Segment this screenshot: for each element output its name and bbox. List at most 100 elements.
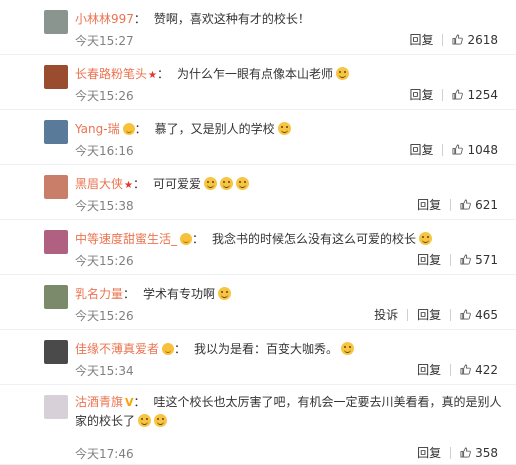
- comment-item: 沽酒青旗 V： 哇这个校长也太厉害了吧，有机会一定要去川美看看，真的是别人家的校长了…: [0, 385, 516, 465]
- comment-text: 为什么乍一眼有点像本山老师: [177, 67, 334, 81]
- thumbs-up-icon: [452, 144, 464, 155]
- divider: [442, 144, 444, 156]
- colon-separator: ：: [133, 12, 146, 26]
- comment-text: 我念书的时候怎么没有这么可爱的校长: [212, 232, 417, 246]
- comment-actions: 回复 422: [417, 362, 498, 378]
- divider: [442, 34, 444, 46]
- star-badge-icon: ★: [124, 180, 133, 191]
- divider: [442, 89, 444, 101]
- colon-separator: ：: [134, 122, 147, 136]
- like-count: 571: [475, 253, 498, 267]
- like-button[interactable]: 571: [460, 252, 498, 268]
- comment-time: 今天15:26: [75, 254, 134, 268]
- emoji-icon: [341, 342, 355, 355]
- comment-body: 小林林997： 赞啊，喜欢这种有才的校长！: [75, 10, 506, 28]
- comment-text: 赞啊，喜欢这种有才的校长！: [153, 12, 310, 26]
- avatar[interactable]: [44, 230, 68, 254]
- comment-item: Yang-瑞 ： 慕了，又是别人的学校 今天16:16 回复 1048: [0, 110, 516, 165]
- comment-time: 今天15:27: [75, 34, 134, 48]
- divider: [450, 199, 452, 211]
- comment-actions: 回复 358: [417, 445, 498, 461]
- comment-item: 长春路粉笔头★： 为什么乍一眼有点像本山老师 今天15:26 回复 1254: [0, 55, 516, 110]
- avatar[interactable]: [44, 285, 68, 309]
- reply-button[interactable]: 回复: [417, 307, 441, 323]
- colon-separator: ：: [192, 232, 205, 246]
- like-count: 1254: [467, 88, 498, 102]
- avatar[interactable]: [44, 175, 68, 199]
- emoji-icon: [336, 67, 350, 80]
- username-link[interactable]: 中等速度甜蜜生活_: [75, 232, 177, 246]
- comment-time: 今天15:34: [75, 364, 134, 378]
- divider: [407, 309, 409, 321]
- reply-button[interactable]: 回复: [417, 197, 441, 213]
- comment-body: 乳名力量： 学术有专功啊: [75, 285, 506, 303]
- thumbs-up-icon: [460, 364, 471, 375]
- like-button[interactable]: 1048: [452, 142, 498, 158]
- colon-separator: ：: [123, 287, 136, 301]
- emoji-icon: [218, 287, 232, 300]
- username-link[interactable]: 黑眉大侠: [75, 177, 123, 191]
- reply-button[interactable]: 回复: [409, 87, 433, 103]
- username-link[interactable]: 佳缘不薄真爱者: [75, 342, 159, 356]
- comment-text: 学术有专功啊: [143, 287, 216, 301]
- avatar[interactable]: [44, 340, 68, 364]
- comment-body: 黑眉大侠★： 可可爱爱: [75, 175, 506, 195]
- reply-button[interactable]: 回复: [417, 252, 441, 268]
- thumbs-up-icon: [460, 254, 471, 265]
- like-button[interactable]: 422: [460, 362, 498, 378]
- divider: [450, 447, 452, 459]
- like-button[interactable]: 621: [460, 197, 498, 213]
- avatar[interactable]: [44, 120, 68, 144]
- like-button[interactable]: 2618: [452, 32, 498, 48]
- like-button[interactable]: 465: [460, 307, 498, 323]
- like-count: 2618: [467, 33, 498, 47]
- avatar[interactable]: [44, 65, 68, 89]
- like-count: 422: [475, 363, 498, 377]
- star-badge-icon: ★: [148, 70, 157, 81]
- avatar[interactable]: [44, 10, 68, 34]
- emoji-icon: [220, 177, 234, 190]
- username-link[interactable]: 长春路粉笔头: [75, 67, 147, 81]
- username-link[interactable]: 小林林997: [75, 12, 134, 26]
- like-count: 465: [475, 308, 498, 322]
- avatar[interactable]: [44, 395, 68, 419]
- thumbs-up-icon: [460, 309, 471, 320]
- colon-separator: ：: [133, 395, 146, 409]
- comment-actions: 回复 1254: [409, 87, 498, 103]
- comment-body: 中等速度甜蜜生活_ ： 我念书的时候怎么没有这么可爱的校长: [75, 230, 506, 248]
- username-link[interactable]: 乳名力量: [75, 287, 123, 301]
- divider: [450, 309, 452, 321]
- member-smile-icon: [180, 233, 193, 245]
- reply-button[interactable]: 回复: [409, 32, 433, 48]
- comment-item: 中等速度甜蜜生活_ ： 我念书的时候怎么没有这么可爱的校长今天15:26 回复 571: [0, 220, 516, 275]
- v-badge-icon: V: [125, 396, 134, 409]
- like-button[interactable]: 358: [460, 445, 498, 461]
- comment-actions: 回复 571: [417, 252, 498, 268]
- emoji-icon: [138, 414, 152, 427]
- member-smile-icon: [122, 123, 135, 135]
- emoji-icon: [154, 414, 168, 427]
- thumbs-up-icon: [460, 199, 471, 210]
- member-smile-icon: [162, 343, 175, 355]
- colon-separator: ：: [132, 177, 145, 191]
- comment-item: 小林林997： 赞啊，喜欢这种有才的校长！ 今天15:27 回复 2618: [0, 0, 516, 55]
- report-button[interactable]: 投诉: [374, 307, 398, 323]
- comment-actions: 投诉 回复 465: [374, 307, 498, 323]
- thumbs-up-icon: [452, 34, 464, 45]
- comment-actions: 回复 1048: [409, 142, 498, 158]
- username-link[interactable]: 沽酒青旗: [75, 395, 123, 409]
- comment-body: 佳缘不薄真爱者 ： 我以为是看：百变大咖秀。: [75, 340, 506, 358]
- divider: [450, 364, 452, 376]
- comment-time: 今天16:16: [75, 144, 134, 158]
- reply-button[interactable]: 回复: [417, 362, 441, 378]
- thumbs-up-icon: [452, 89, 464, 100]
- emoji-icon: [277, 122, 291, 135]
- username-link[interactable]: Yang-瑞: [75, 122, 120, 136]
- reply-button[interactable]: 回复: [417, 445, 441, 461]
- like-count: 1048: [467, 143, 498, 157]
- reply-button[interactable]: 回复: [409, 142, 433, 158]
- comment-time: 今天17:46: [75, 447, 134, 461]
- like-button[interactable]: 1254: [452, 87, 498, 103]
- comment-time: 今天15:26: [75, 89, 134, 103]
- comment-item: 佳缘不薄真爱者 ： 我以为是看：百变大咖秀。今天15:34 回复 422: [0, 330, 516, 385]
